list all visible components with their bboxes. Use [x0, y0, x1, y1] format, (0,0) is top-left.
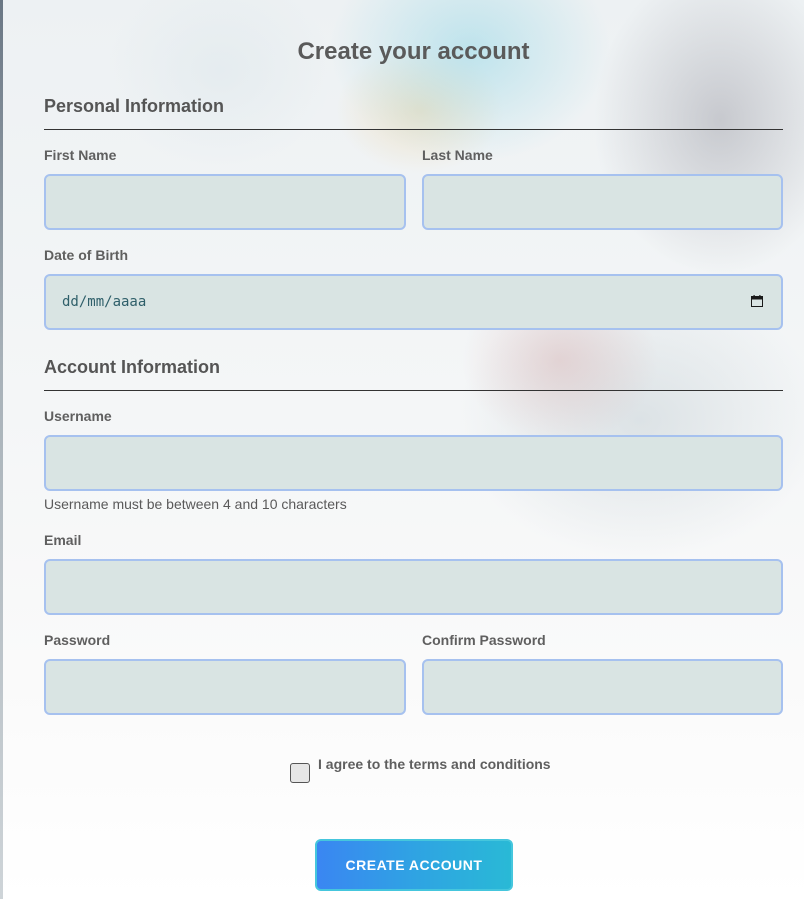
dob-input[interactable]: dd/mm/aaaa [44, 274, 783, 330]
last-name-label: Last Name [422, 147, 493, 163]
signup-form: Create your account Personal Information… [44, 0, 783, 899]
terms-checkbox[interactable] [290, 763, 310, 783]
dob-label: Date of Birth [44, 247, 128, 263]
personal-info-heading: Personal Information [44, 96, 783, 130]
username-input[interactable] [44, 435, 783, 491]
window-edge [0, 0, 3, 899]
email-input[interactable] [44, 559, 783, 615]
account-info-heading: Account Information [44, 357, 783, 391]
password-label: Password [44, 632, 111, 648]
create-account-button[interactable]: CREATE ACCOUNT [315, 839, 513, 891]
username-help-text: Username must be between 4 and 10 charac… [44, 496, 347, 512]
confirm-password-input[interactable] [422, 659, 783, 715]
calendar-icon[interactable] [751, 295, 763, 307]
email-label: Email [44, 532, 82, 548]
last-name-input[interactable] [422, 174, 783, 230]
dob-placeholder: dd/mm/aaaa [62, 294, 147, 310]
password-input[interactable] [44, 659, 406, 715]
page-title: Create your account [297, 38, 530, 65]
first-name-input[interactable] [44, 174, 406, 230]
username-label: Username [44, 408, 112, 424]
terms-label[interactable]: I agree to the terms and conditions [318, 756, 551, 772]
first-name-label: First Name [44, 147, 117, 163]
confirm-password-label: Confirm Password [422, 632, 546, 648]
